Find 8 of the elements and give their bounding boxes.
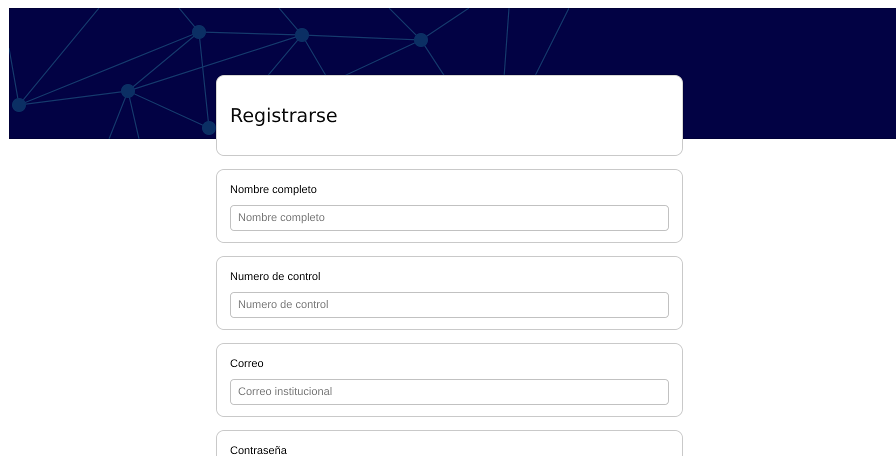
field-label: Correo [230, 358, 265, 371]
input-field[interactable]: Correo institucional [230, 379, 669, 405]
page-title: Registrarse [230, 104, 338, 126]
field-label: Numero de control [230, 271, 322, 284]
input-field[interactable]: Nombre completo [230, 205, 669, 231]
field-label: Nombre completo [230, 184, 318, 197]
field-label: Contraseña [230, 445, 288, 456]
input-field[interactable]: Numero de control [230, 292, 669, 318]
